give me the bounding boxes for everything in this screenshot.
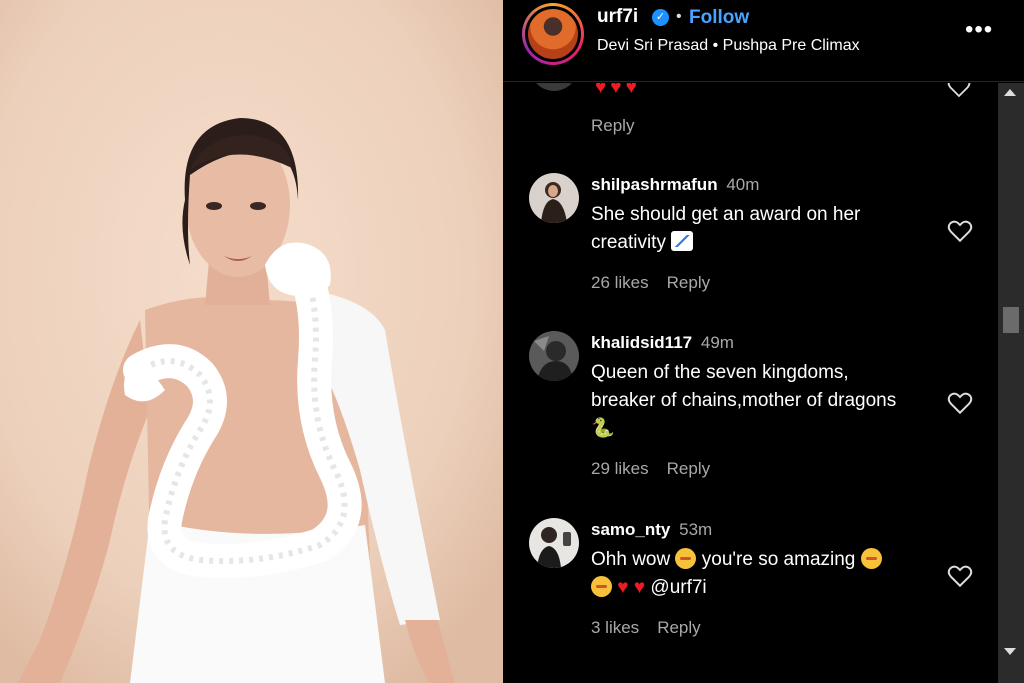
avatar[interactable] [529, 173, 579, 223]
header-separator: • [676, 8, 682, 25]
likes-count[interactable]: 26 likes [591, 273, 649, 292]
mention-link[interactable]: @urf7i [650, 577, 706, 598]
chart-increasing-emoji [671, 231, 694, 251]
comment-time: 49m [700, 333, 734, 352]
comment-text: She should get an award on her creativit… [591, 204, 861, 253]
comment-header: khalidsid117 49m [591, 333, 734, 353]
comment-username[interactable]: shilpashrmafun [591, 175, 718, 194]
avatar[interactable] [530, 83, 578, 91]
scroll-up-arrow-icon[interactable] [1004, 89, 1016, 96]
scrollbar[interactable] [998, 83, 1024, 683]
model-illustration [0, 0, 503, 683]
comment-time: 40m [726, 175, 760, 194]
comment-header: samo_nty 53m [591, 520, 712, 540]
more-options-icon[interactable]: ••• [965, 16, 993, 44]
heart-outline-icon[interactable] [947, 83, 971, 98]
reply-button[interactable]: Reply [667, 459, 710, 478]
scroll-thumb[interactable] [1003, 307, 1019, 333]
comment-meta: 26 likes Reply [591, 273, 710, 293]
comment-text: Ohh wow you're so amazing ♥ ♥ @urf7i [591, 546, 931, 602]
previous-comment-text: ♥♥♥ [595, 83, 641, 98]
reply-button[interactable]: Reply [657, 618, 700, 637]
reply-button[interactable]: Reply [591, 116, 634, 136]
face-emoji [675, 548, 697, 569]
comment-header: shilpashrmafun 40m [591, 175, 759, 195]
post-header: urf7i ✓ • Follow Devi Sri Prasad • Pushp… [503, 0, 1024, 82]
likes-count[interactable]: 3 likes [591, 618, 639, 637]
comments-panel: urf7i ✓ • Follow Devi Sri Prasad • Pushp… [503, 0, 1024, 683]
smiling-hearts-emoji [591, 576, 612, 597]
comment-time: 53m [679, 520, 713, 539]
avatar[interactable] [529, 518, 579, 568]
scroll-down-arrow-icon[interactable] [1004, 648, 1016, 655]
comment-username[interactable]: khalidsid117 [591, 333, 692, 352]
comments-list: ♥♥♥ Reply shilpashrmafun 40m She should … [503, 83, 998, 683]
comment-username[interactable]: samo_nty [591, 520, 670, 539]
comment-meta: 29 likes Reply [591, 459, 710, 479]
reply-button[interactable]: Reply [667, 273, 710, 292]
red-hearts-emoji: ♥ ♥ [617, 577, 646, 598]
author-username[interactable]: urf7i [597, 6, 638, 28]
post-photo[interactable] [0, 0, 503, 683]
heart-outline-icon[interactable] [947, 391, 973, 415]
follow-button[interactable]: Follow [689, 7, 749, 29]
comment-text: Queen of the seven kingdoms, breaker of … [591, 362, 897, 439]
smiling-hearts-emoji [860, 548, 882, 569]
comment-meta: 3 likes Reply [591, 618, 701, 638]
avatar[interactable] [529, 331, 579, 381]
snake-emoji: 🐍 [591, 418, 615, 439]
likes-count[interactable]: 29 likes [591, 459, 649, 478]
author-avatar[interactable] [522, 3, 584, 65]
heart-outline-icon[interactable] [947, 219, 973, 243]
audio-track-link[interactable]: Devi Sri Prasad • Pushpa Pre Climax [597, 37, 860, 55]
heart-outline-icon[interactable] [947, 564, 973, 588]
verified-badge-icon: ✓ [652, 9, 669, 26]
